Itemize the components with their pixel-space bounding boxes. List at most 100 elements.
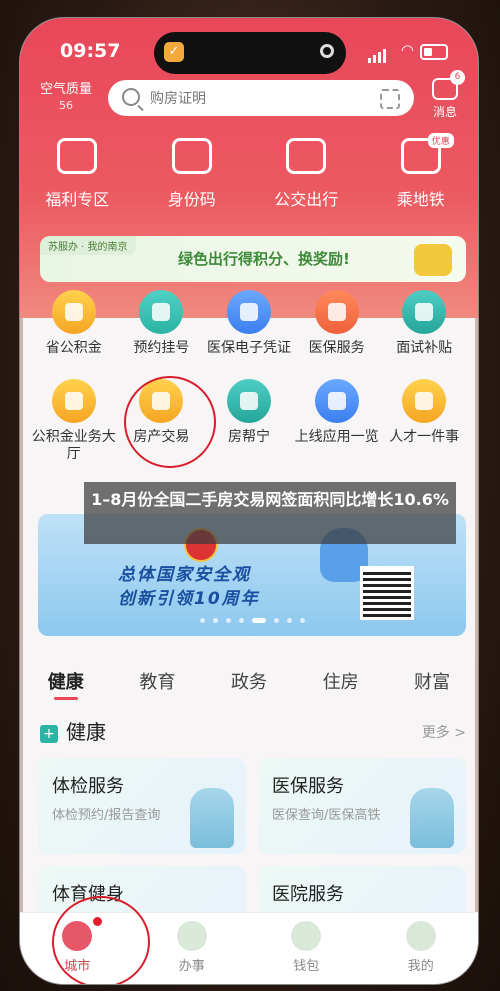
quick-action-id-code[interactable]: 身份码: [142, 138, 242, 210]
service-label: 医保电子凭证: [206, 340, 291, 356]
quick-action-label: 公交出行: [274, 190, 339, 209]
medical-plus-icon: +: [40, 724, 58, 743]
id-card-icon: [171, 138, 212, 174]
talent-icon: [402, 379, 447, 423]
status-time: 09:57: [60, 40, 121, 62]
more-link[interactable]: 更多 >: [422, 722, 466, 742]
green-travel-banner[interactable]: 苏服办 · 我的南京 绿色出行得积分、换奖励!: [40, 236, 466, 282]
tab-health[interactable]: 健康: [48, 668, 84, 700]
wifi-icon: ◠: [400, 41, 414, 59]
doctor-illustration-icon: [190, 788, 234, 848]
banner-source: 苏服办 · 我的南京: [40, 236, 136, 255]
annotation-circle: [52, 896, 150, 984]
section-title-text: 健康: [66, 720, 106, 744]
bus-icon: [286, 138, 327, 174]
app-check-icon: ✓: [164, 42, 184, 62]
search-icon: [122, 88, 140, 106]
service-label: 医保服务: [308, 340, 365, 356]
quick-action-label: 福利专区: [45, 190, 110, 209]
profile-icon: [405, 921, 436, 951]
card-checkup[interactable]: 体检服务 体检预约/报告查询: [38, 758, 246, 854]
phone-screen: 09:57 ✓ ◠ 空气质量 56 购房证明 6 消息 福利专区 身份码 公交出…: [20, 18, 478, 984]
carousel-dots: [200, 618, 305, 623]
tab-services[interactable]: 办事: [152, 913, 232, 984]
scan-icon[interactable]: [380, 89, 400, 109]
quick-action-welfare[interactable]: 福利专区: [27, 138, 127, 210]
service-medical-insurance[interactable]: 医保服务: [293, 286, 381, 357]
qr-code-icon: [360, 566, 414, 620]
category-tabs: 健康 教育 政务 住房 财富: [20, 668, 478, 700]
card-subtitle: 医保查询/医保高铁: [272, 808, 381, 823]
battery-icon: [420, 44, 448, 60]
service-grid: 省公积金 预约挂号 医保电子凭证 医保服务 面试补贴 公积金业务大厅 房产交易 …: [20, 286, 478, 463]
card-title: 医保服务: [272, 776, 344, 797]
discount-tag: 优惠: [427, 133, 454, 148]
card-title: 医院服务: [272, 884, 344, 905]
insurance-icon: [314, 290, 359, 334]
leaf-icon: [176, 921, 207, 951]
tab-education[interactable]: 教育: [139, 668, 175, 694]
service-fund-hall[interactable]: 公积金业务大厅: [30, 375, 118, 463]
tab-mine[interactable]: 我的: [381, 913, 461, 984]
service-label: 公积金业务大厅: [31, 429, 116, 462]
service-interview-subsidy[interactable]: 面试补贴: [380, 286, 468, 357]
quick-action-label: 身份码: [167, 190, 216, 209]
air-quality-label: 空气质量: [40, 82, 93, 97]
tab-wealth[interactable]: 财富: [414, 668, 450, 694]
quick-action-label: 乘地铁: [396, 190, 445, 209]
tab-wallet[interactable]: 钱包: [266, 913, 346, 984]
tab-label: 办事: [178, 959, 205, 974]
quick-actions: 福利专区 身份码 公交出行 优惠 乘地铁: [20, 133, 478, 210]
service-label: 省公积金: [45, 340, 102, 356]
banner-text: 绿色出行得积分、换奖励!: [178, 250, 350, 268]
banner-line-2: 创新引领10周年: [118, 589, 260, 609]
search-placeholder: 购房证明: [150, 91, 206, 107]
service-label: 预约挂号: [133, 340, 190, 356]
service-medical-e-card[interactable]: 医保电子凭证: [205, 286, 293, 357]
service-provincial-fund[interactable]: 省公积金: [30, 286, 118, 357]
status-bar: 09:57 ✓ ◠: [20, 32, 478, 74]
tab-housing[interactable]: 住房: [323, 668, 359, 694]
service-label: 人才一件事: [389, 429, 460, 445]
card-subtitle: 体检预约/报告查询: [52, 808, 161, 823]
tab-government[interactable]: 政务: [231, 668, 267, 694]
gift-icon: [57, 138, 98, 174]
air-quality[interactable]: 空气质量 56: [40, 82, 92, 114]
service-appointment[interactable]: 预约挂号: [118, 286, 206, 357]
person-icon: [402, 290, 447, 334]
service-label: 面试补贴: [396, 340, 453, 356]
chart-icon: [314, 379, 359, 423]
quick-action-metro[interactable]: 优惠 乘地铁: [371, 133, 471, 210]
card-medical-insurance[interactable]: 医保服务 医保查询/医保高铁: [258, 758, 466, 854]
service-label: 房帮宁: [227, 429, 270, 445]
search-bar[interactable]: 购房证明: [108, 80, 414, 116]
card-icon: [226, 290, 271, 334]
signal-icon: [368, 44, 388, 63]
annotation-circle: [124, 376, 216, 468]
quick-action-bus[interactable]: 公交出行: [256, 138, 356, 210]
house-icon: [226, 379, 271, 423]
dynamic-island: ✓: [154, 32, 346, 74]
banner-line-1: 总体国家安全观: [118, 565, 251, 585]
wallet-icon: [291, 921, 322, 951]
card-title: 体检服务: [52, 776, 124, 797]
doctor-illustration-icon: [410, 788, 454, 848]
air-quality-value: 56: [59, 99, 73, 112]
messages-label: 消息: [432, 105, 457, 119]
tab-label: 钱包: [293, 959, 320, 974]
service-talent[interactable]: 人才一件事: [380, 375, 468, 463]
service-online-apps[interactable]: 上线应用一览: [293, 375, 381, 463]
calendar-icon: [139, 290, 184, 334]
service-label: 上线应用一览: [294, 429, 379, 445]
service-fangbangning[interactable]: 房帮宁: [205, 375, 293, 463]
message-icon: 6: [432, 70, 465, 100]
section-title: + 健康: [40, 716, 106, 745]
messages-button[interactable]: 6 消息: [432, 70, 465, 120]
metro-icon: 优惠: [400, 133, 454, 174]
bank-icon: [51, 379, 96, 423]
fund-icon: [51, 290, 96, 334]
tab-label: 我的: [407, 959, 434, 974]
message-badge: 6: [450, 70, 465, 85]
activity-ring-icon: [320, 44, 334, 58]
scooter-illustration-icon: [414, 244, 452, 276]
